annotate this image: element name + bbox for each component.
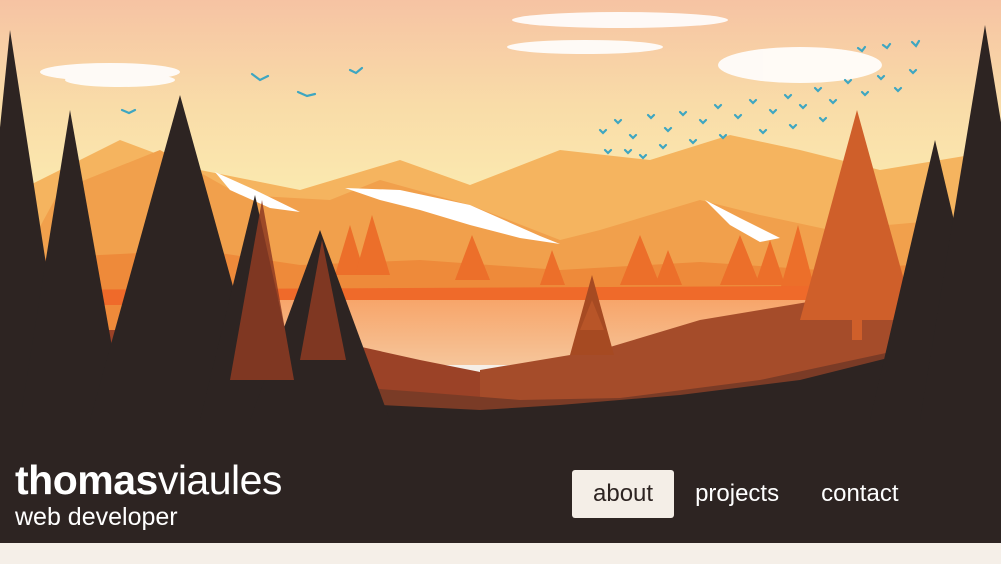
brand-name[interactable]: thomasviaules bbox=[15, 458, 282, 502]
main-nav: about projects contact bbox=[572, 470, 920, 518]
nav-contact[interactable]: contact bbox=[800, 470, 919, 518]
brand-first-name: thomas bbox=[15, 457, 158, 503]
hero-banner: thomasviaules web developer about projec… bbox=[0, 0, 1001, 543]
brand-tagline: web developer bbox=[15, 503, 178, 531]
brand-last-name: viaules bbox=[157, 457, 283, 503]
brand: thomasviaules web developer bbox=[15, 458, 282, 531]
nav-about[interactable]: about bbox=[572, 470, 675, 518]
page-content-edge bbox=[0, 543, 1001, 564]
nav-projects[interactable]: projects bbox=[674, 470, 800, 518]
